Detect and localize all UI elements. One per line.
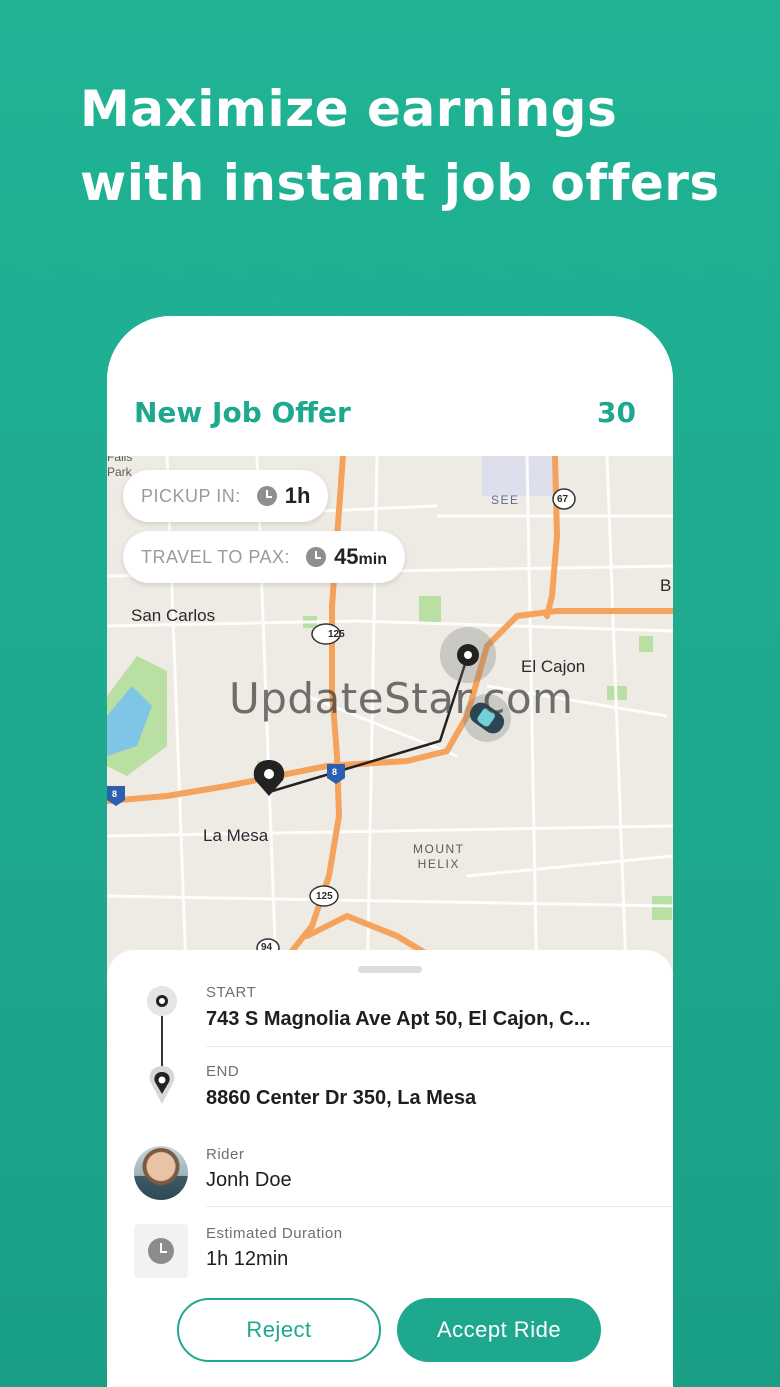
duration-value: 1h 12min (206, 1248, 289, 1270)
travel-time-pill: TRAVEL TO PAX: 45min (123, 531, 405, 583)
label-airport-see: SEE (491, 493, 520, 507)
park-area (652, 896, 672, 920)
clock-icon (148, 1238, 174, 1264)
start-point-icon (147, 986, 177, 1016)
divider (206, 1206, 673, 1207)
headline-line-2: with instant job offers (80, 154, 720, 212)
trip-details-sheet: START 743 S Magnolia Ave Apt 50, El Cajo… (107, 950, 673, 1387)
start-label: START (206, 984, 257, 1001)
travel-label: TRAVEL TO PAX: (141, 546, 291, 567)
start-address: 743 S Magnolia Ave Apt 50, El Cajon, C..… (206, 1008, 591, 1030)
label-falls-park: Falls Park (107, 456, 133, 479)
sheet-grabber[interactable] (358, 966, 422, 973)
shield-i8-b: 8 (332, 767, 338, 777)
clock-icon (256, 486, 277, 506)
shield-i8-a: 8 (112, 789, 118, 799)
label-san-carlos: San Carlos (131, 606, 216, 625)
rider-avatar (134, 1146, 188, 1200)
rider-name: Jonh Doe (206, 1169, 292, 1191)
divider (206, 1046, 673, 1047)
offer-title: New Job Offer (134, 396, 351, 429)
headline-line-1: Maximize earnings (80, 80, 618, 138)
pickup-label: PICKUP IN: (141, 485, 241, 506)
shield-67: 67 (557, 494, 569, 505)
end-address: 8860 Center Dr 350, La Mesa (206, 1087, 477, 1109)
label-la-mesa: La Mesa (203, 826, 269, 845)
clock-icon (306, 547, 327, 567)
end-label: END (206, 1063, 240, 1080)
map-view[interactable]: 125 125 67 94 8 8 San Carlos El Cajon La… (107, 456, 673, 996)
pickup-time-pill: PICKUP IN: 1h (123, 470, 329, 522)
headline: Maximize earnings with instant job offer… (80, 72, 740, 220)
rider-label: Rider (206, 1146, 245, 1163)
travel-value: 45min (334, 544, 387, 569)
accept-ride-button[interactable]: Accept Ride (397, 1298, 601, 1362)
park-area (419, 596, 441, 624)
offer-header: New Job Offer 30 (107, 316, 673, 456)
watermark: UpdateStar.com (229, 674, 574, 723)
duration-label: Estimated Duration (206, 1225, 343, 1242)
label-mount-helix: MOUNT HELIX (413, 842, 465, 871)
label-b: B (660, 576, 672, 595)
shield-125-b: 125 (316, 891, 333, 902)
phone-screen: New Job Offer 30 125 125 67 94 8 8 San C… (107, 316, 673, 1387)
airport-area (482, 456, 556, 496)
park-area (639, 636, 653, 652)
reject-button[interactable]: Reject (177, 1298, 381, 1362)
end-pin-icon (149, 1066, 175, 1104)
pickup-value: 1h (284, 483, 311, 508)
shield-125-a: 125 (328, 629, 345, 640)
duration-icon-box (134, 1224, 188, 1278)
offer-countdown: 30 (597, 396, 636, 429)
